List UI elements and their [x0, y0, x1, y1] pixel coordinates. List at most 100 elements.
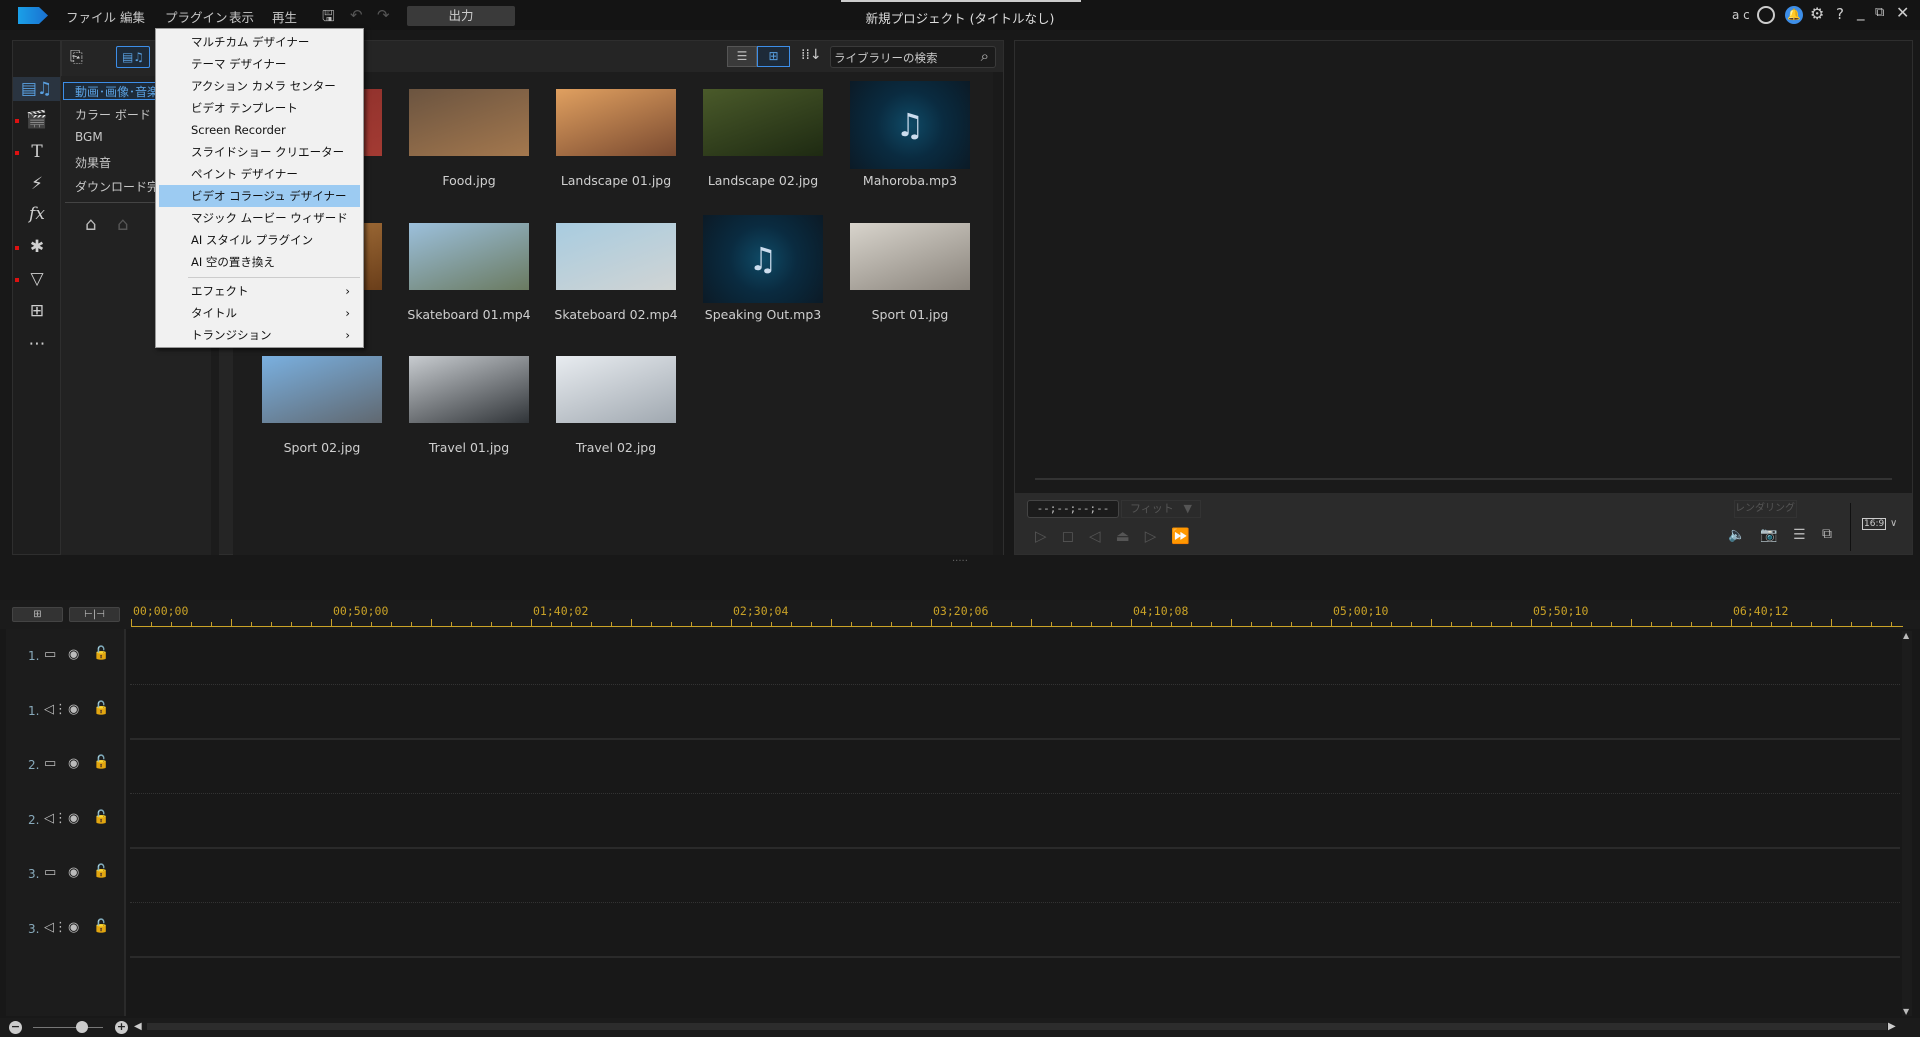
scroll-right-icon[interactable]: ▶ [1888, 1021, 1896, 1032]
zoom-out-icon[interactable]: − [9, 1021, 22, 1034]
playback-buttons[interactable]: ▷◻◁⏏▷⏩ [1035, 527, 1205, 545]
settings-gear-icon[interactable]: ⚙ [1810, 4, 1824, 23]
fit-timeline-button[interactable]: ⊢|⊣ [69, 607, 120, 622]
media-label[interactable]: Skateboard 02.mp4 [543, 307, 689, 322]
pip-room-icon[interactable]: ⊞ [23, 299, 51, 323]
output-button[interactable]: 出力 [407, 6, 515, 26]
overlay-room-icon[interactable]: ▽ [23, 267, 51, 291]
timeline-horizontal-scrollbar[interactable] [147, 1023, 1887, 1030]
media-room-icon[interactable]: ▤♫ [13, 77, 60, 101]
preview-settings-icon[interactable]: ☰ [1793, 527, 1806, 543]
render-preview-button[interactable]: レンダリングプレビ... [1734, 500, 1797, 518]
plugin-menu-item[interactable]: テーマ デザイナー [159, 53, 360, 75]
visibility-eye-icon[interactable]: ◉ [68, 920, 79, 935]
media-thumbnail[interactable] [409, 89, 529, 156]
menu-edit[interactable]: 編集 [120, 7, 145, 26]
track-row[interactable] [130, 795, 1900, 849]
media-thumbnail[interactable] [556, 222, 676, 290]
plugin-menu-item[interactable]: ビデオ コラージュ デザイナー [159, 185, 360, 207]
aspect-chevron-icon[interactable]: ∨ [1890, 518, 1897, 529]
import-media-icon[interactable]: ⎘ [70, 47, 83, 67]
lock-icon[interactable]: 🔓 [93, 755, 109, 770]
media-label[interactable]: Landscape 02.jpg [690, 173, 836, 188]
media-thumbnail[interactable] [556, 89, 676, 156]
plugin-menu-item[interactable]: ビデオ テンプレート [159, 97, 360, 119]
minimize-icon[interactable]: _ [1857, 3, 1865, 21]
transition-room-icon[interactable]: ⚡ [23, 172, 51, 196]
template-room-icon[interactable]: 🎬 [23, 108, 51, 132]
media-thumbnail[interactable] [703, 89, 823, 156]
track-row[interactable] [130, 849, 1900, 903]
help-icon[interactable]: ? [1836, 5, 1844, 23]
media-label[interactable]: Travel 01.jpg [396, 440, 542, 455]
close-icon[interactable]: ✕ [1896, 3, 1909, 22]
plugin-menu-item[interactable]: AI 空の置き換え [159, 251, 360, 273]
category-sound-effects[interactable]: 効果音 [75, 154, 111, 171]
undo-icon[interactable]: ↶ [350, 6, 363, 24]
title-room-icon[interactable]: T [23, 140, 51, 164]
lock-icon[interactable]: 🔓 [93, 864, 109, 879]
media-thumbnail[interactable] [409, 222, 529, 290]
menu-play[interactable]: 再生 [272, 7, 297, 26]
plugin-menu-item[interactable]: ペイント デザイナー [159, 163, 360, 185]
sort-icon[interactable]: ⁞⁞↓ [801, 47, 822, 63]
track-row[interactable] [130, 740, 1900, 794]
media-label[interactable]: Mahoroba.mp3 [837, 173, 983, 188]
notification-bell-icon[interactable]: 🔔 [1785, 6, 1803, 24]
grid-view-icon[interactable]: ⊞ [757, 46, 790, 67]
plugin-submenu-item[interactable]: エフェクト › [159, 280, 360, 302]
more-icon[interactable]: ⋯ [23, 332, 51, 356]
redo-icon[interactable]: ↷ [377, 6, 390, 24]
plugin-menu-item[interactable]: マルチカム デザイナー [159, 31, 360, 53]
category-color-board[interactable]: カラー ボード [75, 106, 151, 123]
lock-icon[interactable]: 🔓 [93, 701, 109, 716]
zoom-slider-handle[interactable] [76, 1021, 88, 1033]
timeline-ruler[interactable] [131, 626, 1903, 627]
plugin-menu-item[interactable]: アクション カメラ センター [159, 75, 360, 97]
aspect-ratio-button[interactable]: 16:9 [1862, 518, 1887, 530]
timecode-field[interactable]: --;--;--;-- [1027, 500, 1119, 518]
media-content-icon[interactable]: ▤♫ [116, 46, 150, 68]
plugin-submenu-item[interactable]: タイトル › [159, 302, 360, 324]
lock-icon[interactable]: 🔓 [93, 919, 109, 934]
plugin-menu-item[interactable]: マジック ムービー ウィザード [159, 207, 360, 229]
panel-splitter[interactable]: ····· [952, 556, 968, 567]
visibility-eye-icon[interactable]: ◉ [68, 811, 79, 826]
media-label[interactable]: Speaking Out.mp3 [690, 307, 836, 322]
visibility-eye-icon[interactable]: ◉ [68, 756, 79, 771]
add-tag-icon[interactable]: ⌂ [85, 214, 96, 235]
search-icon[interactable]: ⌕ [981, 47, 989, 65]
media-thumbnail[interactable] [409, 356, 529, 423]
plugin-menu-item[interactable]: スライドショー クリエーター [159, 141, 360, 163]
plugin-menu-item[interactable]: AI スタイル プラグイン [159, 229, 360, 251]
menu-plugin[interactable]: プラグイン [165, 7, 228, 26]
media-thumbnail[interactable]: ♫ [703, 214, 823, 303]
fx-room-icon[interactable]: fx [23, 202, 51, 226]
scroll-left-icon[interactable]: ◀ [134, 1021, 142, 1032]
snapshot-icon[interactable]: 📷 [1760, 527, 1777, 543]
visibility-eye-icon[interactable]: ◉ [68, 865, 79, 880]
menu-view[interactable]: 表示 [229, 7, 254, 26]
media-label[interactable]: Travel 02.jpg [543, 440, 689, 455]
remove-tag-icon[interactable]: ⌂ [117, 214, 128, 235]
lock-icon[interactable]: 🔓 [93, 646, 109, 661]
library-search-input[interactable]: ライブラリーの検索 ⌕ [830, 46, 996, 68]
preview-seek-bar[interactable] [1035, 478, 1892, 480]
plugin-menu-item[interactable]: Screen Recorder [159, 119, 360, 141]
track-manager-button[interactable]: ⊞ [12, 607, 63, 622]
track-row[interactable] [130, 904, 1900, 958]
volume-icon[interactable]: 🔈 [1728, 527, 1745, 543]
undock-icon[interactable]: ⧉ [1822, 526, 1832, 542]
track-row[interactable] [130, 631, 1900, 685]
media-label[interactable]: Skateboard 01.mp4 [396, 307, 542, 322]
account-icon[interactable] [1757, 6, 1775, 24]
restore-icon[interactable]: ⧉ [1875, 5, 1884, 20]
media-thumbnail[interactable] [850, 222, 970, 290]
fit-dropdown[interactable]: フィット ▼ [1121, 500, 1201, 518]
plugin-submenu-item[interactable]: トランジション › [159, 324, 360, 346]
track-row[interactable] [130, 686, 1900, 740]
timeline-vertical-scrollbar[interactable]: ▲ ▼ [1902, 631, 1912, 1016]
lock-icon[interactable]: 🔓 [93, 810, 109, 825]
media-thumbnail[interactable] [556, 356, 676, 423]
media-label[interactable]: Sport 01.jpg [837, 307, 983, 322]
